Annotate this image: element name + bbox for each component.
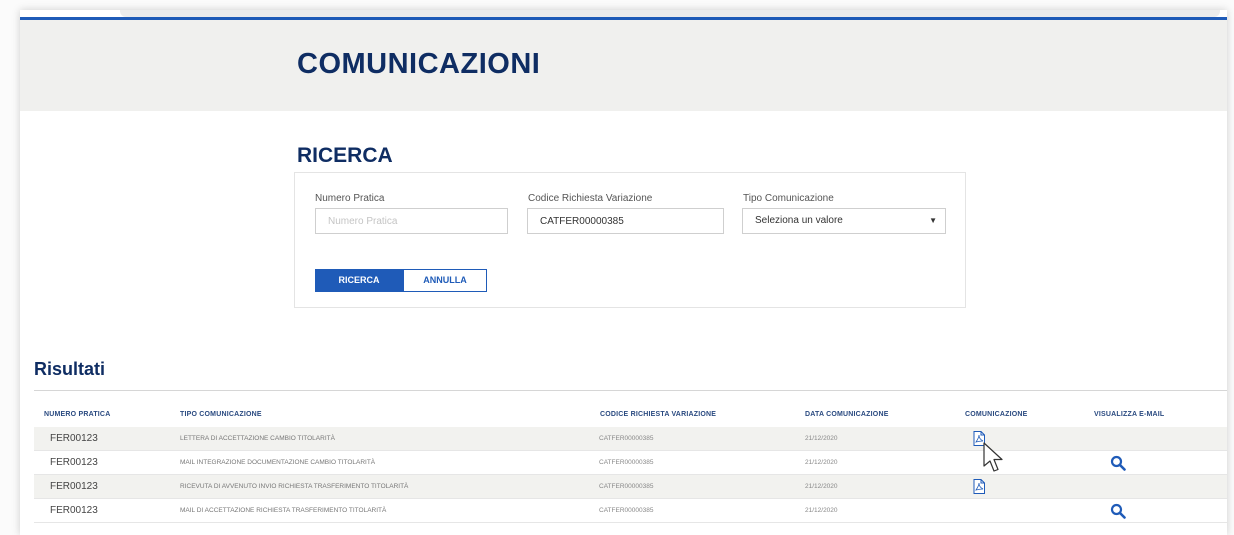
page-title: COMUNICAZIONI — [297, 48, 541, 80]
cell-tipo-comunicazione: MAIL INTEGRAZIONE DOCUMENTAZIONE CAMBIO … — [180, 459, 376, 466]
pdf-icon[interactable] — [972, 431, 986, 446]
search-icon[interactable] — [1110, 455, 1126, 471]
tipo-comunicazione-selected: Seleziona un valore — [755, 215, 843, 226]
column-header-comunicazione: COMUNICAZIONE — [965, 411, 1028, 418]
cell-codice-richiesta: CATFER00000385 — [599, 483, 654, 490]
page-header — [20, 20, 1227, 111]
cell-numero-pratica: FER00123 — [50, 457, 98, 468]
pdf-icon[interactable] — [972, 479, 986, 494]
cell-codice-richiesta: CATFER00000385 — [599, 507, 654, 514]
top-navigation-bar — [120, 10, 1220, 17]
cell-codice-richiesta: CATFER00000385 — [599, 435, 654, 442]
column-header-tipo-comunicazione: TIPO COMUNICAZIONE — [180, 411, 262, 418]
caret-down-icon: ▼ — [929, 216, 937, 225]
column-header-visualizza-email: VISUALIZZA E-MAIL — [1094, 411, 1165, 418]
table-row[interactable]: FER00123 RICEVUTA DI AVVENUTO INVIO RICH… — [34, 475, 1227, 499]
results-divider — [34, 390, 1227, 391]
cell-numero-pratica: FER00123 — [50, 481, 98, 492]
numero-pratica-label: Numero Pratica — [315, 193, 385, 204]
cell-data-comunicazione: 21/12/2020 — [805, 435, 838, 442]
cell-tipo-comunicazione: RICEVUTA DI AVVENUTO INVIO RICHIESTA TRA… — [180, 483, 409, 490]
table-row[interactable]: FER00123 MAIL DI ACCETTAZIONE RICHIESTA … — [34, 499, 1227, 523]
cell-data-comunicazione: 21/12/2020 — [805, 483, 838, 490]
cell-tipo-comunicazione: MAIL DI ACCETTAZIONE RICHIESTA TRASFERIM… — [180, 507, 387, 514]
search-button[interactable]: RICERCA — [315, 269, 403, 292]
table-row[interactable]: FER00123 MAIL INTEGRAZIONE DOCUMENTAZION… — [34, 451, 1227, 475]
cell-numero-pratica: FER00123 — [50, 505, 98, 516]
column-header-codice-richiesta: CODICE RICHIESTA VARIAZIONE — [600, 411, 717, 418]
codice-richiesta-input[interactable] — [527, 208, 724, 234]
cell-data-comunicazione: 21/12/2020 — [805, 507, 838, 514]
results-title: Risultati — [34, 359, 106, 379]
cancel-button[interactable]: ANNULLA — [403, 269, 487, 292]
search-section-title: RICERCA — [297, 144, 393, 167]
numero-pratica-input[interactable] — [315, 208, 508, 234]
cell-data-comunicazione: 21/12/2020 — [805, 459, 838, 466]
codice-richiesta-label: Codice Richiesta Variazione — [528, 193, 653, 204]
tipo-comunicazione-select[interactable]: Seleziona un valore ▼ — [742, 208, 946, 234]
page-window: COMUNICAZIONI RICERCA Numero Pratica Cod… — [20, 10, 1227, 535]
table-row[interactable]: FER00123 LETTERA DI ACCETTAZIONE CAMBIO … — [34, 427, 1227, 451]
cell-numero-pratica: FER00123 — [50, 433, 98, 444]
search-form: Numero Pratica Codice Richiesta Variazio… — [294, 172, 966, 308]
tipo-comunicazione-label: Tipo Comunicazione — [743, 193, 834, 204]
column-header-numero-pratica: NUMERO PRATICA — [44, 411, 111, 418]
cell-codice-richiesta: CATFER00000385 — [599, 459, 654, 466]
cell-tipo-comunicazione: LETTERA DI ACCETTAZIONE CAMBIO TITOLARIT… — [180, 435, 335, 442]
search-icon[interactable] — [1110, 503, 1126, 519]
column-header-data-comunicazione: DATA COMUNICAZIONE — [805, 411, 889, 418]
